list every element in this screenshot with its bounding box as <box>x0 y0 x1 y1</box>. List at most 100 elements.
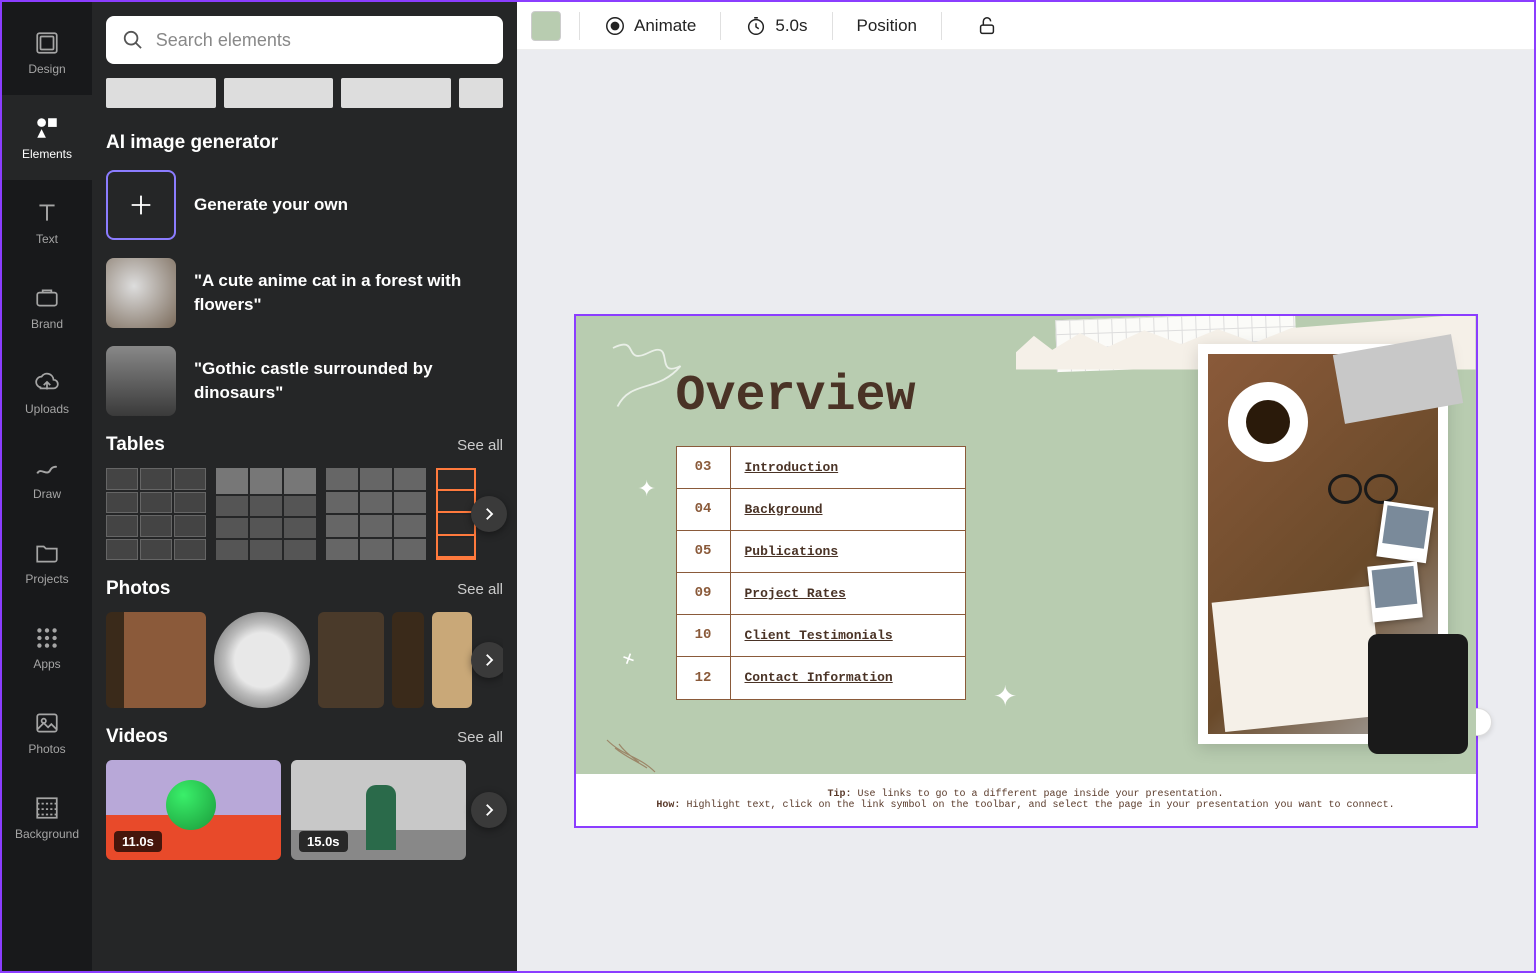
photo-frame[interactable] <box>1198 344 1448 744</box>
nav-apps[interactable]: Apps <box>2 605 92 690</box>
how-label: How: <box>656 800 680 811</box>
canvas[interactable]: ✦ ✦ ✦ ✦ + Overview 03Introduction 04Back… <box>517 50 1534 971</box>
photos-see-all[interactable]: See all <box>457 581 503 598</box>
photo-item[interactable] <box>318 612 384 708</box>
nav-photos[interactable]: Photos <box>2 690 92 775</box>
toc-row[interactable]: 03Introduction <box>677 447 965 489</box>
toc-label[interactable]: Client Testimonials <box>731 615 965 656</box>
slide-selection[interactable]: ✦ ✦ ✦ ✦ + Overview 03Introduction 04Back… <box>574 314 1478 828</box>
elements-icon <box>34 115 60 141</box>
leaf-decor <box>586 700 676 774</box>
scroll-right-button[interactable] <box>471 792 507 828</box>
slide-title[interactable]: Overview <box>676 368 916 425</box>
toc-table[interactable]: 03Introduction 04Background 05Publicatio… <box>676 446 966 700</box>
videos-title: Videos <box>106 726 168 748</box>
photos-title: Photos <box>106 578 170 600</box>
sparkle-icon: ✦ <box>993 680 1017 714</box>
toc-row[interactable]: 09Project Rates <box>677 573 965 615</box>
video-item[interactable]: 11.0s <box>106 760 281 860</box>
nav-label: Text <box>36 232 58 246</box>
toc-num: 04 <box>677 489 731 530</box>
toc-label[interactable]: Project Rates <box>731 573 965 614</box>
toc-label[interactable]: Publications <box>731 531 965 572</box>
nav-label: Design <box>28 62 65 76</box>
draw-icon <box>34 455 60 481</box>
desk-photo <box>1208 354 1438 734</box>
nav-projects[interactable]: Projects <box>2 520 92 605</box>
animate-button[interactable]: Animate <box>598 11 702 41</box>
editor-toolbar: Animate 5.0s Position <box>517 2 1534 50</box>
toc-row[interactable]: 05Publications <box>677 531 965 573</box>
ai-generate-label: Generate your own <box>194 193 348 217</box>
toc-row[interactable]: 04Background <box>677 489 965 531</box>
toc-num: 12 <box>677 657 731 699</box>
search-icon <box>122 28 144 52</box>
panel-scroll[interactable]: AI image generator Generate your own "A … <box>92 78 517 971</box>
nav-uploads[interactable]: Uploads <box>2 350 92 435</box>
nav-draw[interactable]: Draw <box>2 435 92 520</box>
ai-prompt-text: "Gothic castle surrounded by dinosaurs" <box>194 357 503 405</box>
toc-row[interactable]: 12Contact Information <box>677 657 965 699</box>
scroll-right-button[interactable] <box>471 642 503 678</box>
nav-brand[interactable]: Brand <box>2 265 92 350</box>
ai-prompt-1[interactable]: "A cute anime cat in a forest with flowe… <box>106 258 503 328</box>
color-swatch[interactable] <box>531 11 561 41</box>
nav-design[interactable]: Design <box>2 10 92 95</box>
prev-section-thumbs <box>106 78 503 108</box>
nav-label: Uploads <box>25 402 69 416</box>
toc-row[interactable]: 10Client Testimonials <box>677 615 965 657</box>
table-template[interactable] <box>106 468 206 560</box>
toc-label[interactable]: Background <box>731 489 965 530</box>
tip-label: Tip: <box>827 789 851 800</box>
nav-label: Background <box>15 827 79 841</box>
slide-body: ✦ ✦ ✦ ✦ + Overview 03Introduction 04Back… <box>576 316 1476 774</box>
sparkle-icon: ✦ <box>638 476 656 502</box>
photo-item[interactable] <box>106 612 206 708</box>
scroll-right-button[interactable] <box>471 496 507 532</box>
animate-icon <box>604 15 626 37</box>
position-label: Position <box>857 16 917 36</box>
nav-background[interactable]: Background <box>2 775 92 860</box>
search-input[interactable] <box>156 30 487 51</box>
nav-text[interactable]: Text <box>2 180 92 265</box>
projects-icon <box>34 540 60 566</box>
videos-row: 11.0s 15.0s <box>106 760 503 860</box>
ai-prompt-text: "A cute anime cat in a forest with flowe… <box>194 269 503 317</box>
slide[interactable]: ✦ ✦ ✦ ✦ + Overview 03Introduction 04Back… <box>576 316 1476 826</box>
sparkle-icon: + <box>617 644 638 673</box>
nav-rail: Design Elements Text Brand Uploads Draw … <box>2 2 92 971</box>
toc-num: 03 <box>677 447 731 488</box>
table-template[interactable] <box>436 468 476 560</box>
ai-prompt-thumb <box>106 258 176 328</box>
photo-item[interactable] <box>432 612 472 708</box>
photo-item[interactable] <box>392 612 424 708</box>
toc-label[interactable]: Contact Information <box>731 657 965 699</box>
design-icon <box>34 30 60 56</box>
nav-label: Draw <box>33 487 61 501</box>
position-button[interactable]: Position <box>851 12 923 40</box>
video-item[interactable]: 15.0s <box>291 760 466 860</box>
photo-item[interactable] <box>214 612 310 708</box>
lock-button[interactable] <box>970 11 1004 41</box>
toc-label[interactable]: Introduction <box>731 447 965 488</box>
nav-label: Brand <box>31 317 63 331</box>
nav-elements[interactable]: Elements <box>2 95 92 180</box>
nav-label: Apps <box>33 657 60 671</box>
editor-area: Animate 5.0s Position ✦ ✦ <box>517 2 1534 971</box>
lock-open-icon <box>976 15 998 37</box>
slide-footer[interactable]: Tip: Use links to go to a different page… <box>576 774 1476 826</box>
ai-generate-own[interactable]: Generate your own <box>106 170 503 240</box>
nav-label: Elements <box>22 147 72 161</box>
table-template[interactable] <box>216 468 316 560</box>
brand-icon <box>34 285 60 311</box>
videos-see-all[interactable]: See all <box>457 729 503 746</box>
table-template[interactable] <box>326 468 426 560</box>
tables-see-all[interactable]: See all <box>457 437 503 454</box>
search-box[interactable] <box>106 16 503 64</box>
timing-button[interactable]: 5.0s <box>739 11 813 41</box>
ai-prompt-thumb <box>106 346 176 416</box>
toc-num: 05 <box>677 531 731 572</box>
nav-label: Projects <box>25 572 68 586</box>
ai-prompt-2[interactable]: "Gothic castle surrounded by dinosaurs" <box>106 346 503 416</box>
photos-row <box>106 612 503 708</box>
